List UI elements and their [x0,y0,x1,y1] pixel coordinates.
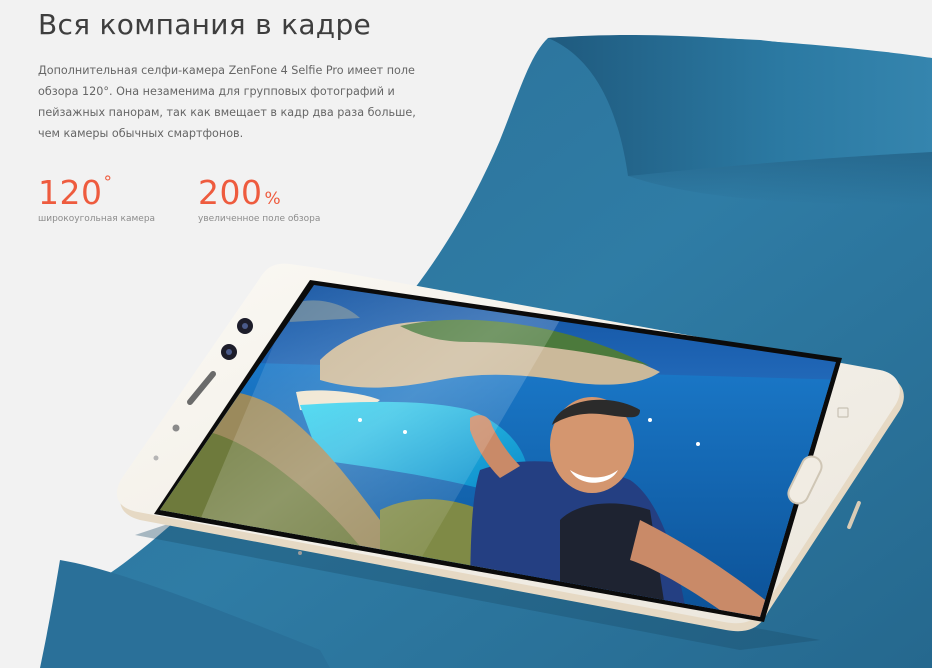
feature-section: Вся компания в кадре Дополнительная селф… [0,0,932,668]
phone-illustration [116,263,904,650]
proximity-sensor [172,424,180,432]
volume-button[interactable] [847,500,862,530]
